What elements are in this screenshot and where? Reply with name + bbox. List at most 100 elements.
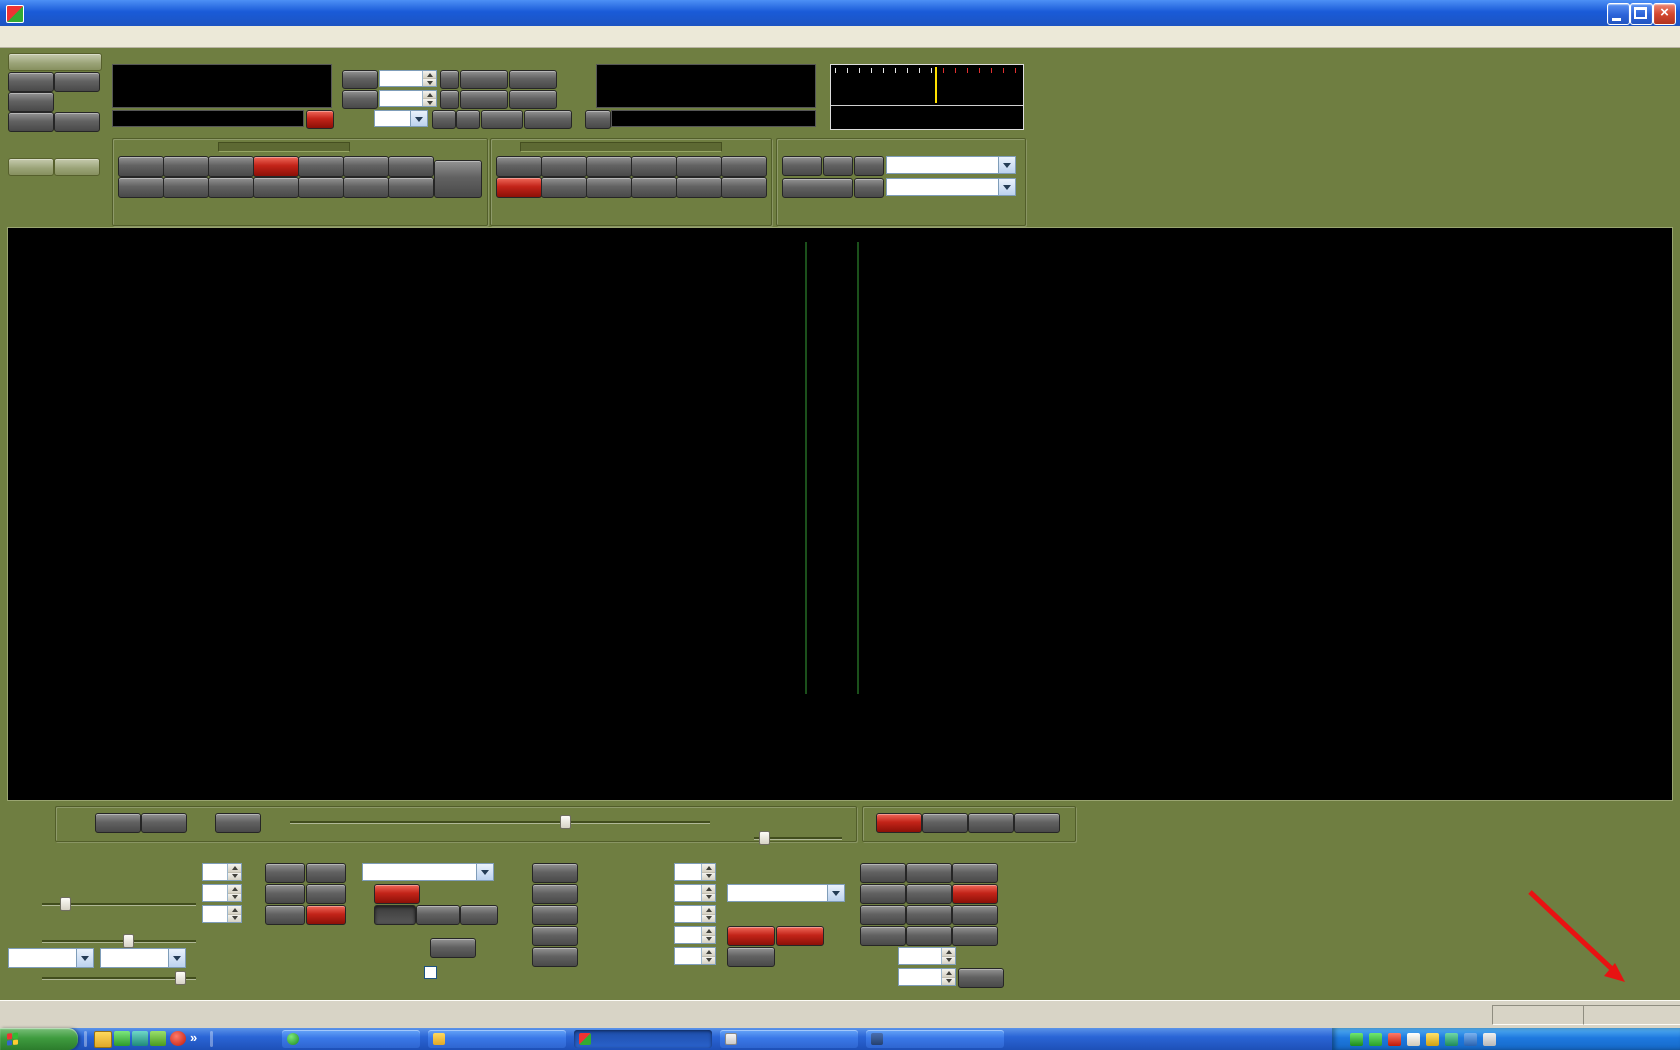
nb2-button[interactable]	[306, 884, 346, 904]
mon-button[interactable]	[8, 72, 54, 92]
dropdown-arrow-icon[interactable]	[998, 179, 1015, 195]
band-12-button[interactable]	[208, 177, 254, 198]
filter-2k9-button[interactable]	[906, 884, 952, 904]
slider-thumb[interactable]	[60, 897, 71, 911]
drive-spinner[interactable]	[202, 905, 242, 923]
quick-launch-app-icon[interactable]	[114, 1031, 130, 1046]
quick-launch-record-icon[interactable]	[170, 1031, 186, 1046]
peak-button[interactable]	[416, 905, 460, 925]
tray-network-icon[interactable]	[1369, 1033, 1382, 1046]
mic-spinner[interactable]	[674, 863, 716, 881]
filter-var2-button[interactable]	[952, 926, 998, 946]
dx-button[interactable]	[532, 884, 578, 904]
band-17-button[interactable]	[118, 177, 164, 198]
spin-down-button[interactable]	[423, 79, 436, 86]
band-vhf-button[interactable]	[434, 160, 482, 198]
mic-button[interactable]	[532, 863, 578, 883]
tray-monitor-icon[interactable]	[1350, 1033, 1363, 1046]
dropdown-arrow-icon[interactable]	[827, 885, 844, 901]
spin-up-button[interactable]	[942, 948, 955, 957]
vox-button[interactable]	[532, 926, 578, 946]
dropdown-arrow-icon[interactable]	[168, 949, 185, 967]
band-30-button[interactable]	[298, 156, 344, 177]
minimize-button[interactable]	[1607, 3, 1630, 25]
spectrum-canvas[interactable]	[8, 228, 1670, 798]
mode-spec-button[interactable]	[721, 177, 767, 198]
mode-cwl-button[interactable]	[541, 177, 587, 198]
display-pan-slider[interactable]	[288, 814, 712, 830]
sql-button[interactable]	[265, 905, 305, 925]
task-hpsdr[interactable]	[428, 1030, 566, 1048]
band-80-button[interactable]	[163, 156, 209, 177]
stop-button[interactable]	[8, 53, 102, 71]
dropdown-arrow-icon[interactable]	[76, 949, 93, 967]
rit-spinner[interactable]	[379, 70, 437, 87]
spin-up-button[interactable]	[423, 71, 436, 79]
drive-slider[interactable]	[40, 970, 198, 986]
slider-thumb[interactable]	[123, 934, 134, 948]
tray-volume-icon[interactable]	[1483, 1033, 1496, 1046]
quick-launch-folder-icon[interactable]	[94, 1031, 112, 1048]
transmit-profile-combo[interactable]	[727, 884, 845, 902]
sr-button[interactable]	[306, 905, 346, 925]
band-40-button[interactable]	[253, 156, 299, 177]
task-dnsdr[interactable]	[574, 1030, 712, 1048]
stx-button[interactable]	[374, 884, 420, 904]
preamp-combo[interactable]	[100, 948, 186, 968]
fill-button[interactable]	[460, 905, 498, 925]
band-6-button[interactable]	[298, 177, 344, 198]
pan-reset-button[interactable]	[215, 813, 261, 833]
meter-source-combo[interactable]	[886, 156, 1016, 174]
band-160-button[interactable]	[118, 156, 164, 177]
mox-button[interactable]	[8, 92, 54, 112]
vfoa-button[interactable]	[876, 813, 922, 833]
display-mode-combo[interactable]	[362, 863, 494, 881]
gate-button[interactable]	[532, 947, 578, 967]
filter-2k4-button[interactable]	[860, 905, 906, 925]
spectrum-display[interactable]	[7, 227, 1673, 801]
mode-lsb-button[interactable]	[496, 177, 542, 198]
spin-up-button[interactable]	[702, 948, 715, 957]
xit-select-button[interactable]	[1014, 813, 1060, 833]
spin-up-button[interactable]	[702, 906, 715, 915]
scale-4x-button[interactable]	[854, 178, 884, 198]
center-button[interactable]	[782, 178, 853, 198]
spin-down-button[interactable]	[228, 915, 241, 923]
mode-digl-button[interactable]	[586, 177, 632, 198]
tx-eq-button[interactable]	[776, 926, 824, 946]
xit-zero-button[interactable]	[440, 90, 459, 109]
tray-shield-icon[interactable]	[1388, 1033, 1401, 1046]
quick-launch-app-icon[interactable]	[150, 1031, 166, 1046]
filter-5k-button[interactable]	[860, 863, 906, 883]
filter-3k3-button[interactable]	[860, 884, 906, 904]
a-greater-b-button[interactable]	[524, 110, 572, 129]
xit-button[interactable]	[342, 90, 378, 109]
tray-battery-icon[interactable]	[1426, 1033, 1439, 1046]
filter-4k4-button[interactable]	[906, 863, 952, 883]
xit-spinner[interactable]	[379, 90, 437, 107]
tray-document-icon[interactable]	[1407, 1033, 1420, 1046]
avg-button[interactable]	[374, 905, 416, 925]
vfo-b-tx-button[interactable]	[585, 110, 611, 129]
zoom-slider[interactable]	[752, 830, 844, 846]
band-60-button[interactable]	[208, 156, 254, 177]
agc-combo[interactable]	[8, 948, 94, 968]
scale-2x-button[interactable]	[854, 156, 884, 176]
maximize-button[interactable]	[1630, 3, 1653, 25]
slider-thumb[interactable]	[175, 971, 186, 985]
spin-down-button[interactable]	[702, 957, 715, 965]
tx-meter-combo[interactable]	[886, 178, 1016, 196]
band-gen-button[interactable]	[388, 177, 434, 198]
step-plus-button[interactable]	[456, 110, 480, 129]
mrx-button[interactable]	[430, 938, 476, 958]
mode-usb-button[interactable]	[496, 156, 542, 177]
cpdr-spinner[interactable]	[674, 905, 716, 923]
a-less-b-button[interactable]	[509, 70, 557, 89]
filter-2k1-button[interactable]	[906, 905, 952, 925]
filter-var1-button[interactable]	[906, 926, 952, 946]
rit-button[interactable]	[342, 70, 378, 89]
filter-reset-button[interactable]	[958, 968, 1004, 988]
x2tr-button[interactable]	[54, 112, 100, 132]
play-button[interactable]	[54, 158, 100, 176]
rit-zero-button[interactable]	[440, 70, 459, 89]
